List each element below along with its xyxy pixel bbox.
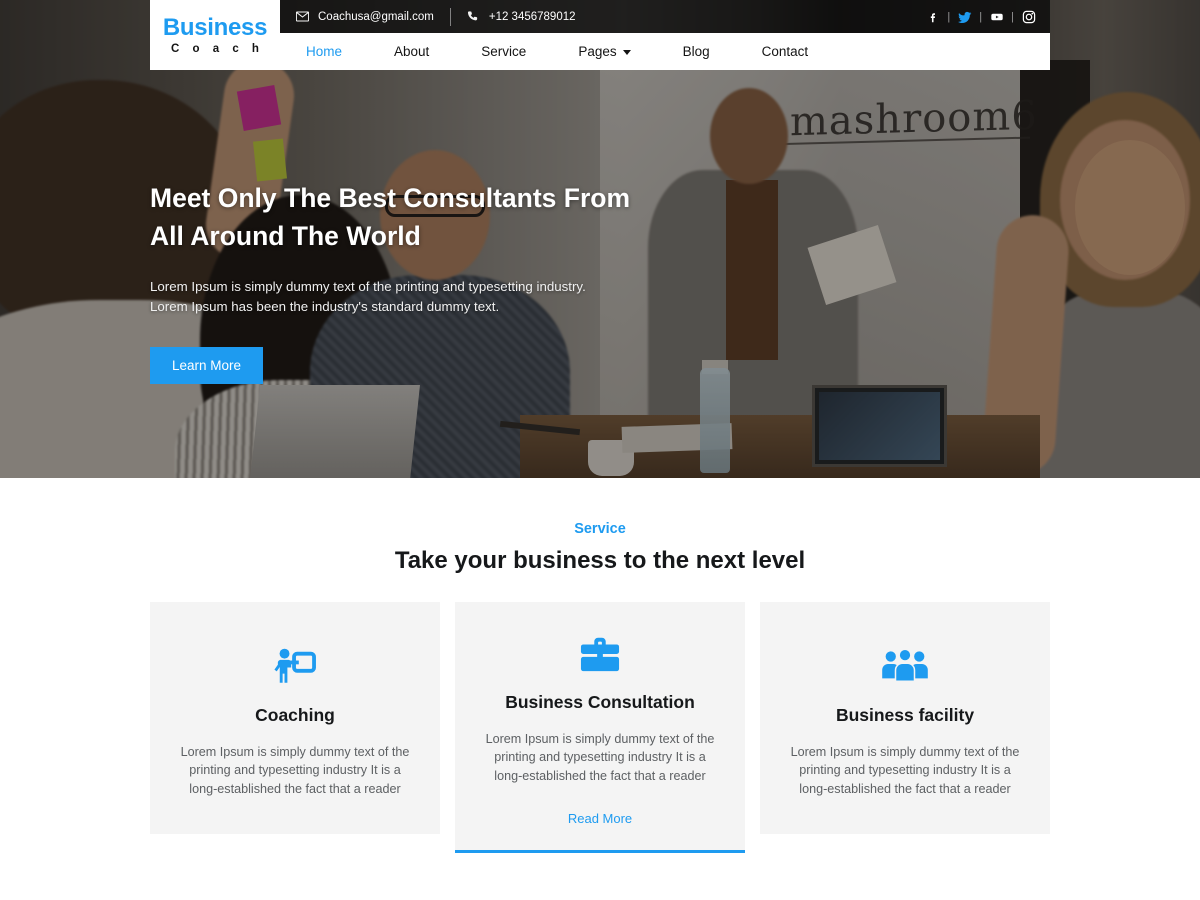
logo[interactable]: Business C o a c h	[150, 0, 280, 70]
contact-email[interactable]: Coachusa@gmail.com	[280, 10, 450, 23]
nav-item-home[interactable]: Home	[294, 44, 354, 59]
hero-subtitle: Lorem Ipsum is simply dummy text of the …	[150, 277, 770, 316]
contact-phone[interactable]: +12 3456789012	[451, 10, 592, 23]
service-card-text: Lorem Ipsum is simply dummy text of the …	[180, 745, 410, 796]
briefcase-icon	[479, 629, 721, 679]
nav-item-blog[interactable]: Blog	[671, 44, 722, 59]
top-utility-bar: Coachusa@gmail.com +12 3456789012 | | |	[280, 0, 1050, 33]
logo-secondary-text: C o a c h	[171, 42, 264, 55]
youtube-icon[interactable]	[989, 9, 1004, 24]
contact-phone-text: +12 3456789012	[488, 10, 576, 23]
nav-item-about[interactable]: About	[382, 44, 441, 59]
hero-title-line-2: All Around The World	[150, 220, 421, 251]
contact-email-text: Coachusa@gmail.com	[318, 10, 434, 23]
service-eyebrow: Service	[574, 521, 626, 537]
nav-item-contact-label: Contact	[761, 44, 809, 59]
service-section: Service Take your business to the next l…	[0, 478, 1200, 900]
chalkboard-teacher-icon	[178, 642, 412, 692]
landing-page: mashroom6 Meet Only The Best Consultants…	[0, 0, 1200, 900]
users-group-icon	[788, 642, 1022, 692]
main-navigation: Home About Service Pages Blog Contact	[280, 33, 1050, 70]
hero-copy: Meet Only The Best Consultants From All …	[150, 180, 770, 384]
instagram-icon[interactable]	[1021, 9, 1036, 24]
hero-section: mashroom6 Meet Only The Best Consultants…	[0, 0, 1200, 478]
chevron-down-icon	[622, 50, 631, 55]
twitter-icon[interactable]	[957, 9, 972, 24]
envelope-icon	[296, 10, 309, 23]
social-divider: |	[979, 10, 983, 23]
nav-item-pages-label: Pages	[578, 44, 617, 59]
service-title: Take your business to the next level	[394, 547, 806, 574]
service-card-text: Lorem Ipsum is simply dummy text of the …	[485, 732, 715, 783]
nav-item-service-label: Service	[481, 44, 527, 59]
learn-more-button[interactable]: Learn More	[150, 346, 264, 384]
service-card-business-consultation[interactable]: Business Consultation Lorem Ipsum is sim…	[455, 602, 745, 854]
hero-subtitle-line-2: Lorem Ipsum has been the industry's stan…	[150, 298, 500, 314]
nav-item-contact[interactable]: Contact	[750, 44, 821, 59]
hero-title: Meet Only The Best Consultants From All …	[150, 180, 770, 255]
service-card-coaching[interactable]: Coaching Lorem Ipsum is simply dummy tex…	[150, 602, 440, 835]
nav-item-pages[interactable]: Pages	[566, 44, 642, 59]
service-card-list: Coaching Lorem Ipsum is simply dummy tex…	[150, 602, 1050, 854]
nav-item-home-label: Home	[306, 44, 343, 59]
service-card-title: Business facility	[835, 705, 975, 725]
social-divider: |	[1011, 10, 1014, 23]
nav-item-blog-label: Blog	[682, 44, 710, 59]
facebook-icon[interactable]	[925, 9, 940, 24]
social-divider: |	[947, 10, 951, 23]
nav-item-service[interactable]: Service	[469, 44, 538, 59]
phone-icon	[467, 10, 480, 23]
hero-subtitle-line-1: Lorem Ipsum is simply dummy text of the …	[150, 279, 586, 295]
read-more-link[interactable]: Read More	[479, 811, 721, 826]
logo-primary-text: Business	[162, 13, 268, 41]
social-links: | | |	[925, 9, 1050, 24]
nav-item-about-label: About	[394, 44, 430, 59]
service-card-text: Lorem Ipsum is simply dummy text of the …	[790, 745, 1020, 796]
hero-title-line-1: Meet Only The Best Consultants From	[150, 183, 631, 213]
service-card-business-facility[interactable]: Business facility Lorem Ipsum is simply …	[760, 602, 1050, 835]
service-card-title: Business Consultation	[505, 692, 695, 712]
service-card-title: Coaching	[255, 705, 335, 725]
